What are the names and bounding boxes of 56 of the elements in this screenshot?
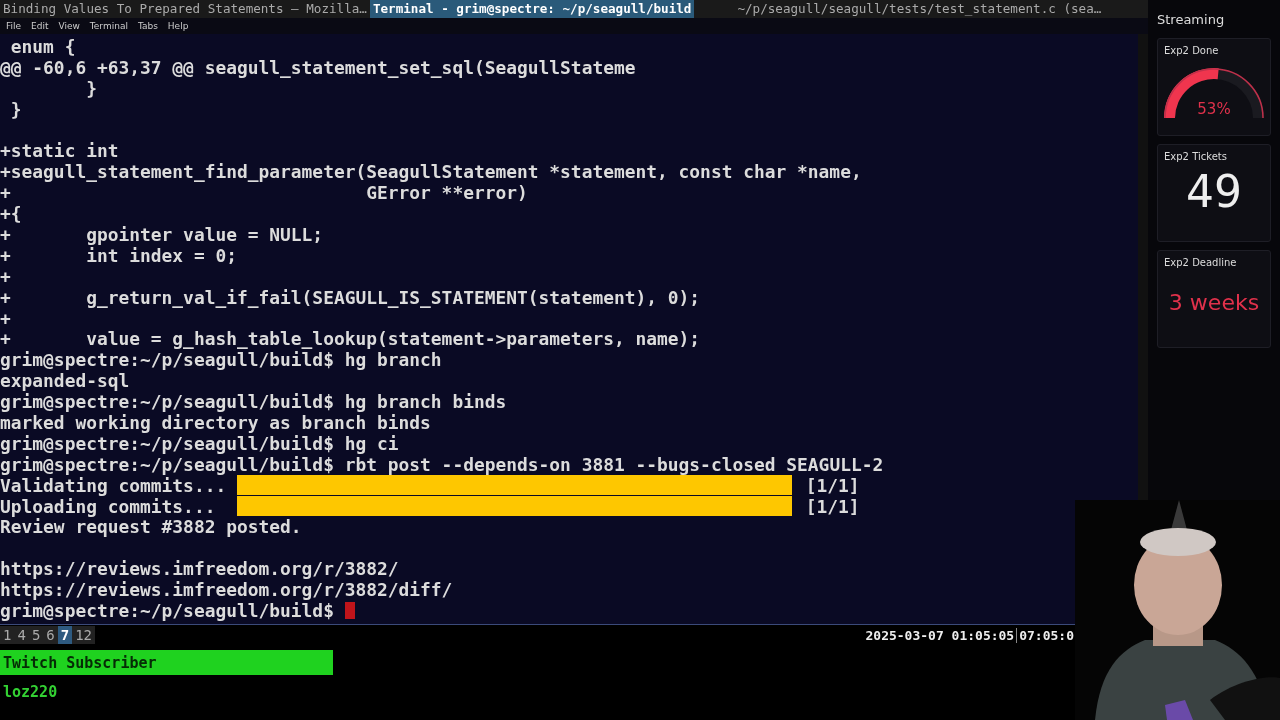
shell-prompt: grim@spectre:~/p/seagull/build$ [0,432,334,454]
terminal-line: https://reviews.imfreedom.org/r/3882/ [0,558,399,580]
progress-count: [1/1] [805,474,860,496]
terminal-line: + value = g_hash_table_lookup(statement->parameters, name); [0,328,701,350]
terminal-line: + g_return_val_if_fail(SEAGULL_IS_STATEMENT(statement), 0); [0,286,701,308]
shell-command: hg ci [343,432,399,454]
terminal-line: + [0,307,11,329]
progress-label: Validating commits... [0,474,227,496]
terminal-line: +seagull_statement_find_parameter(SeagullStatement *statement, const char *name, [0,161,862,183]
terminal-line: https://reviews.imfreedom.org/r/3882/diff/ [0,579,453,601]
workspace-button[interactable]: 1 [0,626,15,644]
card-title: Exp2 Tickets [1164,151,1228,162]
workspace-button[interactable]: 12 [72,626,96,644]
shell-prompt: grim@spectre:~/p/seagull/build$ [0,600,334,621]
shell-command: hg branch binds [343,391,507,413]
subscriber-name: loz220 [2,682,59,703]
clock-utc: 07:05:0 [1018,627,1075,643]
progress-count: [1/1] [805,495,860,517]
panel-title: Streaming [1157,12,1226,27]
terminal-line: } [9,98,22,120]
workspace-button[interactable]: 4 [14,626,29,644]
terminal-line: + GError **error) [0,182,528,204]
terminal-line: @@ -60,6 +63,37 @@ seagull_statement_set_sql(SeagullStateme [0,56,636,78]
shell-prompt: grim@spectre:~/p/seagull/build$ [0,349,334,371]
workspace-button[interactable]: 6 [43,626,58,644]
card-title: Exp2 Done [1164,45,1220,56]
window-tab[interactable]: ~/p/seagull/seagull/tests/test_statement.c (sea… [734,0,1105,18]
menu-item[interactable]: Terminal [89,21,128,31]
menu-item[interactable]: Help [167,21,189,31]
terminal-line: } [85,77,97,99]
terminal-line: + int index = 0; [0,244,237,266]
progress-label: Uploading commits... [0,495,217,517]
terminal-line: enum { [9,35,76,57]
stat-value: 3 weeks [1168,290,1260,315]
terminal-line: expanded-sql [0,370,130,392]
shell-prompt: grim@spectre:~/p/seagull/build$ [0,391,334,413]
menu-item[interactable]: View [58,21,80,31]
card-title: Exp2 Deadline [1164,257,1238,268]
shell-command: rbt post --depends-on 3881 --bugs-closed SEAGULL-2 [343,453,884,475]
shell-prompt: grim@spectre:~/p/seagull/build$ [0,453,334,475]
menu-item[interactable]: Tabs [137,21,158,31]
stat-value: 49 [1186,166,1242,217]
menu-item[interactable]: File [6,21,22,31]
window-tab[interactable]: Binding Values To Prepared Statements — Mozilla… [0,0,370,18]
terminal-line: marked working directory as branch binds [0,412,431,433]
terminal-line: +{ [0,203,22,225]
clock-local: 2025-03-07 01:05:05 [864,627,1016,643]
terminal-line: + gpointer value = NULL; [0,223,324,245]
alert-banner: Twitch Subscriber [0,650,333,675]
terminal-line: +static int [0,140,119,162]
gauge-value: 53% [1197,100,1231,118]
terminal-line: + [0,265,11,287]
menu-item[interactable]: Edit [31,21,49,31]
window-tab[interactable]: Terminal - grim@spectre: ~/p/seagull/build [369,0,695,18]
terminal-line: Review request #3882 posted. [0,516,302,538]
shell-command: hg branch [343,349,442,371]
